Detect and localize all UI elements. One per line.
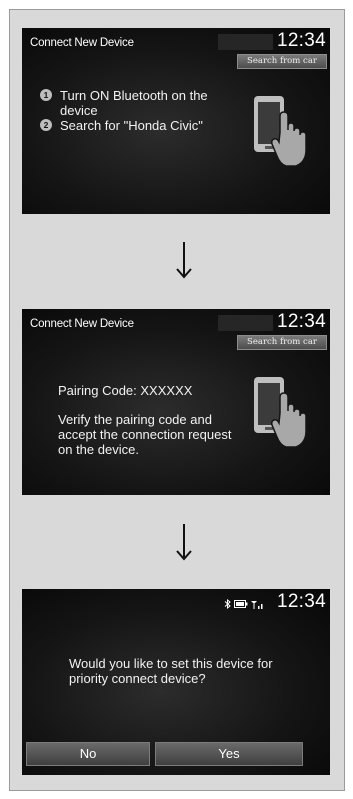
yes-button[interactable]: Yes: [155, 742, 303, 766]
step-list: 1 Turn ON Bluetooth on the device 2 Sear…: [40, 88, 240, 133]
pairing-instructions: Verify the pairing code and accept the c…: [58, 412, 232, 457]
phone-touch-icon: [254, 96, 307, 167]
battery-icon: [234, 600, 248, 608]
priority-connect-screen: 12:34 Would you like to set this device …: [22, 589, 330, 775]
step-item: 1 Turn ON Bluetooth on the device: [40, 88, 240, 118]
step-text: Search for "Honda Civic": [60, 118, 203, 133]
down-arrow-icon: [176, 524, 192, 561]
search-from-car-button[interactable]: Search from car: [237, 54, 327, 69]
status-area: [218, 34, 273, 50]
clock: 12:34: [276, 311, 326, 332]
phone-touch-icon: [254, 377, 307, 448]
step-text: Turn ON Bluetooth on the device: [60, 88, 208, 118]
step-number: 2: [40, 119, 52, 131]
priority-question: Would you like to set this device for pr…: [69, 656, 273, 686]
clock: 12:34: [276, 591, 326, 612]
status-icons: [224, 599, 263, 609]
no-button[interactable]: No: [26, 742, 150, 766]
search-from-car-button[interactable]: Search from car: [237, 335, 327, 350]
pairing-code: Pairing Code: XXXXXX: [58, 383, 193, 398]
signal-icon: [251, 600, 263, 609]
status-area: [218, 315, 273, 331]
clock: 12:34: [276, 30, 326, 51]
screen-title: Connect New Device: [30, 318, 134, 330]
pairing-code-screen: Connect New Device 12:34 Search from car…: [22, 309, 330, 495]
step-item: 2 Search for "Honda Civic": [40, 118, 240, 133]
step-number: 1: [40, 89, 52, 101]
screen-title: Connect New Device: [30, 37, 134, 49]
bluetooth-icon: [224, 599, 231, 609]
connect-device-screen: Connect New Device 12:34 Search from car…: [22, 28, 330, 214]
down-arrow-icon: [176, 242, 192, 279]
